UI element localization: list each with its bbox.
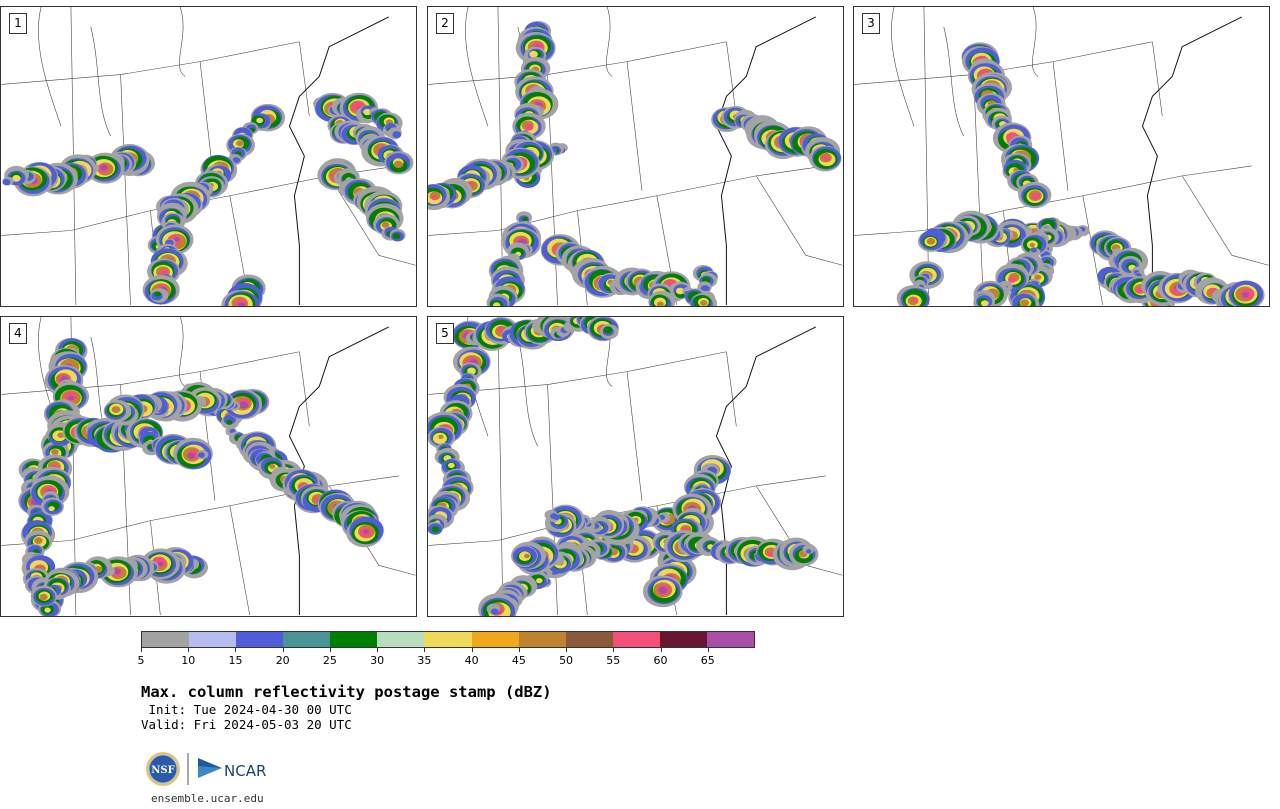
colorbar-swatch (518, 632, 566, 647)
colorbar-tick-label: 35 (417, 654, 432, 667)
colorbar-tick-label: 50 (559, 654, 574, 667)
state-boundaries (854, 7, 1269, 306)
colorbar-tick (141, 648, 142, 652)
member-panel-3: 3 (853, 6, 1270, 307)
member-label: 3 (862, 13, 880, 34)
reflectivity-field (428, 20, 842, 306)
member-label: 4 (9, 323, 27, 344)
ncar-logo-text: NCAR (224, 762, 266, 780)
site-url: ensemble.ucar.edu (151, 792, 264, 805)
colorbar-tick (329, 648, 331, 652)
colorbar-tick (235, 648, 237, 652)
colorbar-tick-label: 10 (181, 654, 196, 667)
member-panel-1: 1 (0, 6, 417, 307)
colorbar-ticks: 5 10 15 20 25 30 35 40 45 50 55 60 65 (137, 648, 755, 668)
colorbar-swatch (424, 632, 472, 647)
ncar-logo: NCAR (198, 758, 266, 780)
figure-title: Max. column reflectivity postage stamp (… (141, 683, 552, 701)
logos: NSF NCAR (144, 750, 274, 788)
colorbar-tick (613, 648, 615, 652)
colorbar-tick-label: 5 (137, 654, 145, 667)
reflectivity-field (896, 42, 1265, 306)
colorbar-tick-label: 65 (700, 654, 715, 667)
colorbar-tick-label: 45 (511, 654, 526, 667)
member-map-2 (428, 7, 843, 306)
colorbar-swatch (706, 632, 755, 647)
member-label: 5 (436, 323, 454, 344)
colorbar-swatch (330, 632, 378, 647)
colorbar-tick-label: 30 (370, 654, 385, 667)
colorbar-tick (518, 648, 520, 652)
member-panel-4: 4 (0, 316, 417, 617)
colorbar-tick (188, 648, 190, 652)
colorbar-tick (660, 648, 662, 652)
member-label: 1 (9, 13, 27, 34)
colorbar-tick (471, 648, 473, 652)
colorbar-tick-label: 15 (228, 654, 243, 667)
state-boundaries (1, 7, 416, 306)
colorbar-tick (424, 648, 426, 652)
member-label: 2 (436, 13, 454, 34)
member-panel-2: 2 (427, 6, 844, 307)
colorbar-tick (566, 648, 568, 652)
member-panel-5: 5 (427, 316, 844, 617)
colorbar-tick-label: 40 (464, 654, 479, 667)
colorbar-tick-label: 20 (275, 654, 290, 667)
colorbar-tick (707, 648, 709, 652)
nsf-logo: NSF (146, 752, 180, 786)
valid-time: Valid: Fri 2024-05-03 20 UTC (141, 717, 352, 732)
colorbar-tick (377, 648, 379, 652)
reflectivity-colorbar (141, 631, 755, 648)
colorbar-swatch (283, 632, 331, 647)
colorbar-tick-label: 25 (322, 654, 337, 667)
nsf-logo-text: NSF (151, 765, 174, 776)
colorbar-swatch (189, 632, 237, 647)
colorbar-swatch (236, 632, 284, 647)
member-map-1 (1, 7, 416, 306)
colorbar-swatch (471, 632, 519, 647)
init-time: Init: Tue 2024-04-30 00 UTC (141, 702, 352, 717)
member-map-3 (854, 7, 1269, 306)
colorbar-swatch (612, 632, 660, 647)
colorbar-swatch (377, 632, 425, 647)
colorbar-tick (282, 648, 284, 652)
colorbar-tick-label: 60 (653, 654, 668, 667)
reflectivity-field (2, 92, 414, 306)
colorbar-swatch (659, 632, 707, 647)
member-map-4 (1, 317, 416, 616)
colorbar-swatch (565, 632, 613, 647)
colorbar-swatch (142, 632, 190, 647)
colorbar-tick-label: 55 (606, 654, 621, 667)
member-map-5 (428, 317, 843, 616)
reflectivity-field (428, 317, 819, 616)
